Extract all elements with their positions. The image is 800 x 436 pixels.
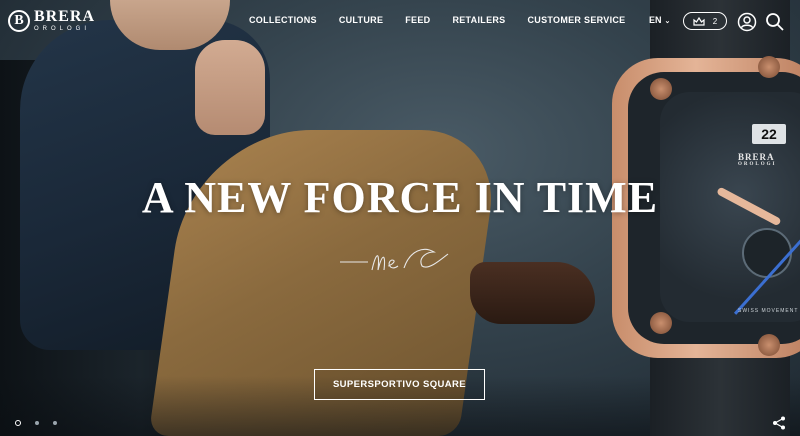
nav-item-collections[interactable]: COLLECTIONS: [249, 15, 317, 25]
watch-movement-label: SWISS MOVEMENT: [738, 308, 799, 314]
user-icon[interactable]: [737, 12, 757, 32]
hero-headline: A NEW FORCE IN TIME: [141, 173, 659, 222]
slide-dot-1[interactable]: [15, 420, 21, 426]
supersportivo-square-button[interactable]: SUPERSPORTIVO SQUARE: [314, 369, 485, 400]
search-icon[interactable]: [765, 12, 785, 32]
nav-item-retailers[interactable]: RETAILERS: [452, 15, 505, 25]
nav-item-feed[interactable]: FEED: [405, 15, 430, 25]
brand-logo-text: BRERA OROLOGI: [34, 8, 96, 33]
language-label: EN: [649, 15, 662, 25]
cart-button[interactable]: 2: [683, 12, 727, 30]
brand-logo-mark: B: [8, 9, 30, 32]
slide-dot-2[interactable]: [35, 421, 39, 425]
man-shoe-shape: [470, 262, 595, 324]
signature-graphic: [340, 248, 449, 271]
watch-dial-brand: BRERA OROLOGI: [738, 152, 776, 167]
watch-screw: [758, 334, 780, 356]
chevron-down-icon: ⌄: [664, 18, 671, 25]
watch-dial-brand-sub: OROLOGI: [738, 162, 777, 167]
nav-item-customer-service[interactable]: CUSTOMER SERVICE: [528, 15, 626, 25]
brand-subtitle: OROLOGI: [34, 26, 91, 32]
watch-dial-brand-name: BRERA: [738, 152, 775, 162]
share-icon[interactable]: [772, 416, 786, 430]
watch-screw: [758, 56, 780, 78]
brand-logo[interactable]: B BRERA OROLOGI: [8, 9, 95, 32]
nav-item-culture[interactable]: CULTURE: [339, 15, 383, 25]
crown-cart-icon: [693, 16, 705, 26]
man-hand-shape: [195, 40, 265, 135]
watch-screw: [650, 78, 672, 100]
language-selector[interactable]: EN ⌄: [649, 15, 670, 25]
slide-indicators: [15, 420, 57, 426]
brand-name: BRERA: [34, 8, 96, 25]
top-navigation: B BRERA OROLOGI COLLECTIONS CULTURE FEED…: [0, 0, 800, 44]
hero-banner: 22 BRERA OROLOGI SWISS MOVEMENT B BRERA …: [0, 0, 800, 436]
cart-count: 2: [712, 16, 718, 26]
main-nav: COLLECTIONS CULTURE FEED RETAILERS CUSTO…: [249, 15, 648, 25]
watch-screw: [650, 312, 672, 334]
watch-date-window: 22: [752, 124, 786, 144]
slide-dot-3[interactable]: [53, 421, 57, 425]
watch-subdial: [742, 228, 792, 278]
